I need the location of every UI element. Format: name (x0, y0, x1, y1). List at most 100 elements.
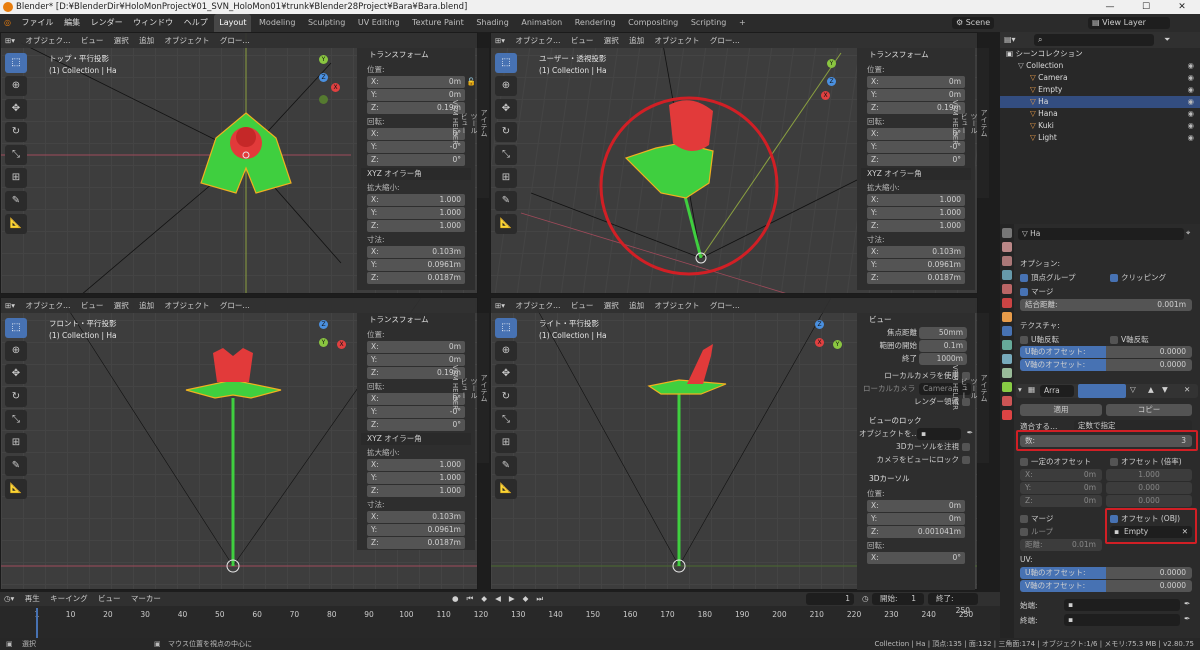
transform-tool-icon[interactable]: ⊞ (5, 433, 27, 453)
merge2-toggle[interactable]: マージ (1020, 513, 1053, 524)
orientation-dropdown[interactable]: グロー… (706, 298, 744, 313)
remove-modifier-icon[interactable]: ✕ (1184, 385, 1190, 394)
outliner-item-ha[interactable]: ▽ Ha ◉ (1000, 96, 1200, 108)
scene-tab-icon[interactable] (1002, 284, 1012, 294)
tab-tool[interactable]: ツール (469, 48, 479, 198)
add-menu[interactable]: 追加 (135, 298, 158, 313)
output-tab-icon[interactable] (1002, 256, 1012, 266)
cursor-tool-icon[interactable]: ⊕ (495, 76, 517, 96)
menu-edit[interactable]: 編集 (60, 14, 84, 32)
dimension-x-field[interactable]: X: 0.103m (367, 511, 465, 523)
cursor-x-field[interactable]: X: 0m (867, 500, 965, 512)
tab-item[interactable]: アイテム (979, 48, 989, 198)
navigation-gizmo[interactable]: Y Z X (313, 53, 353, 111)
measure-tool-icon[interactable]: 📐 (495, 214, 517, 234)
close-button[interactable]: ✕ (1164, 0, 1200, 14)
end-cap-field[interactable]: ▪ (1064, 614, 1180, 626)
dimension-x-field[interactable]: X: 0.103m (367, 246, 465, 258)
tab-modeling[interactable]: Modeling (254, 14, 300, 32)
expand-arrow-icon[interactable]: ▾ (1018, 385, 1022, 394)
end-cap-eyedropper-icon[interactable]: ✒ (1184, 614, 1190, 623)
scale-y-field[interactable]: Y: 1.000 (867, 207, 965, 219)
preview-range-icon[interactable]: ◷ (858, 592, 873, 606)
outliner-item-light[interactable]: ▽ Light ◉ (1000, 132, 1200, 144)
v-offset2-field[interactable]: V軸のオフセット: 0.0000 (1020, 580, 1192, 592)
frame-ruler[interactable]: 1102030405060708090100110120130140150160… (0, 610, 1000, 622)
start-cap-eyedropper-icon[interactable]: ✒ (1184, 599, 1190, 608)
mode-dropdown[interactable]: オブジェク… (511, 33, 564, 48)
cursor-header[interactable]: 3Dカーソル (857, 472, 975, 486)
orientation-dropdown[interactable]: グロー… (216, 33, 254, 48)
outliner-item-hana[interactable]: ▽ Hana ◉ (1000, 108, 1200, 120)
dimension-z-field[interactable]: Z: 0.0187m (367, 537, 465, 549)
tab-tool[interactable]: ツール (969, 313, 979, 463)
orientation-dropdown[interactable]: グロー… (706, 33, 744, 48)
select-tool-icon[interactable]: ⬚ (5, 53, 27, 73)
playhead[interactable] (36, 608, 38, 638)
editor-type-icon[interactable]: ⊞▾ (491, 33, 509, 48)
view-menu[interactable]: ビュー (77, 298, 108, 313)
scene-collection-row[interactable]: ▣ シーンコレクション (1000, 48, 1200, 60)
tab-item[interactable]: アイテム (979, 313, 989, 463)
blender-menu-icon[interactable]: ◎ (0, 14, 15, 32)
visibility-eye-icon[interactable]: ◉ (1187, 108, 1194, 120)
relative-offset-toggle[interactable]: オフセット (倍率) (1110, 456, 1182, 467)
tab-compositing[interactable]: Compositing (623, 14, 683, 32)
annotate-tool-icon[interactable]: ✎ (495, 191, 517, 211)
copy-button[interactable]: コピー (1106, 404, 1192, 416)
view-menu[interactable]: ビュー (77, 33, 108, 48)
dimension-y-field[interactable]: Y: 0.0961m (367, 524, 465, 536)
select-menu[interactable]: 選択 (600, 298, 623, 313)
object-menu[interactable]: オブジェクト (651, 298, 704, 313)
annotate-tool-icon[interactable]: ✎ (495, 456, 517, 476)
flip-v-toggle[interactable]: V軸反転 (1110, 334, 1149, 345)
add-menu[interactable]: 追加 (625, 33, 648, 48)
loop-checkbox[interactable] (1020, 528, 1028, 536)
u-offset2-field[interactable]: U軸のオフセット: 0.0000 (1020, 567, 1192, 579)
move-tool-icon[interactable]: ✥ (5, 364, 27, 384)
view-menu[interactable]: ビュー (567, 298, 598, 313)
tab-view[interactable]: ビュー (459, 48, 469, 198)
add-workspace-button[interactable]: + (734, 14, 751, 32)
tab-vrm-helper[interactable]: VRM HELPER (451, 313, 459, 463)
constraints-tab-icon[interactable] (1002, 368, 1012, 378)
merge-distance-field[interactable]: 結合距離: 0.001m (1020, 299, 1192, 311)
relative-x-field[interactable]: 1.000 (1106, 469, 1192, 481)
visibility-eye-icon[interactable]: ◉ (1187, 132, 1194, 144)
menu-help[interactable]: ヘルプ (180, 14, 212, 32)
select-menu[interactable]: 選択 (600, 33, 623, 48)
vertex-groups-toggle[interactable]: 頂点グループ (1020, 272, 1076, 283)
modifier-name-field[interactable]: Arra (1040, 385, 1074, 397)
maximize-button[interactable]: ☐ (1128, 0, 1164, 14)
scale-y-field[interactable]: Y: 1.000 (367, 472, 465, 484)
constant-z-field[interactable]: Z: 0m (1020, 495, 1102, 507)
modifier-tab-icon[interactable] (1002, 326, 1012, 336)
rotate-tool-icon[interactable]: ↻ (5, 122, 27, 142)
measure-tool-icon[interactable]: 📐 (5, 479, 27, 499)
cursor-tool-icon[interactable]: ⊕ (495, 341, 517, 361)
scale-tool-icon[interactable]: ⤡ (495, 145, 517, 165)
cursor-y-field[interactable]: Y: 0m (867, 513, 965, 525)
flip-v-checkbox[interactable] (1110, 336, 1118, 344)
prev-key-icon[interactable]: ◆ (477, 592, 491, 606)
scene-selector[interactable]: ⚙ Scene (952, 17, 995, 29)
play-icon[interactable]: ▶ (505, 592, 519, 606)
y-axis-icon[interactable]: Y (833, 340, 842, 349)
marker-menu[interactable]: マーカー (127, 592, 165, 606)
scale-z-field[interactable]: Z: 1.000 (367, 220, 465, 232)
outliner-editor-icon[interactable]: ▤▾ (1004, 35, 1016, 44)
outliner-item-empty[interactable]: ▽ Empty ◉ (1000, 84, 1200, 96)
object-menu[interactable]: オブジェクト (651, 33, 704, 48)
object-menu[interactable]: オブジェクト (161, 33, 214, 48)
apply-button[interactable]: 適用 (1020, 404, 1102, 416)
select-menu[interactable]: 選択 (110, 33, 133, 48)
editor-type-icon[interactable]: ⊞▾ (491, 298, 509, 313)
object-name-field[interactable]: ▽ Ha (1018, 228, 1184, 240)
constant-y-field[interactable]: Y: 0m (1020, 482, 1102, 494)
menu-render[interactable]: レンダー (87, 14, 127, 32)
cursor-tool-icon[interactable]: ⊕ (5, 76, 27, 96)
tab-uv-editing[interactable]: UV Editing (353, 14, 405, 32)
material-tab-icon[interactable] (1002, 396, 1012, 406)
merge-toggle[interactable]: マージ (1020, 286, 1053, 297)
physics-tab-icon[interactable] (1002, 354, 1012, 364)
